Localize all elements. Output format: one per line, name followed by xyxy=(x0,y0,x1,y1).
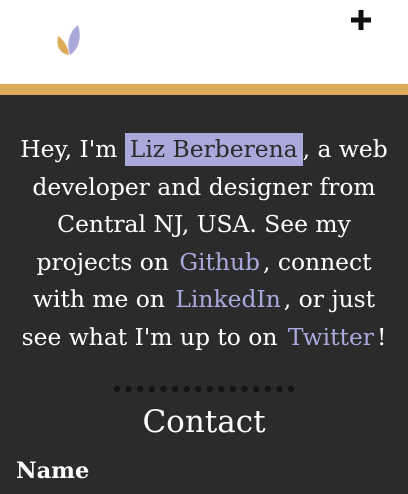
intro-closing: ! xyxy=(376,322,387,351)
page: Hey, I'm Liz Berberena, a web developer … xyxy=(0,0,408,494)
intro-greeting: Hey, I'm xyxy=(20,135,118,163)
name-field-label: Name xyxy=(16,458,90,484)
accent-divider-bar xyxy=(0,84,408,95)
intro-paragraph: Hey, I'm Liz Berberena, a web developer … xyxy=(12,131,396,356)
site-header xyxy=(0,0,408,84)
contact-heading: Contact xyxy=(142,404,266,440)
leaf-logo-icon xyxy=(57,25,80,55)
menu-toggle-button[interactable] xyxy=(348,7,374,33)
plus-icon xyxy=(351,10,371,30)
github-link[interactable]: Github xyxy=(176,248,263,276)
home-logo-link[interactable] xyxy=(54,22,86,56)
linkedin-link[interactable]: LinkedIn xyxy=(172,285,283,313)
author-name-highlight: Liz Berberena xyxy=(124,133,303,166)
dotted-separator xyxy=(113,385,295,393)
twitter-link[interactable]: Twitter xyxy=(285,323,377,351)
